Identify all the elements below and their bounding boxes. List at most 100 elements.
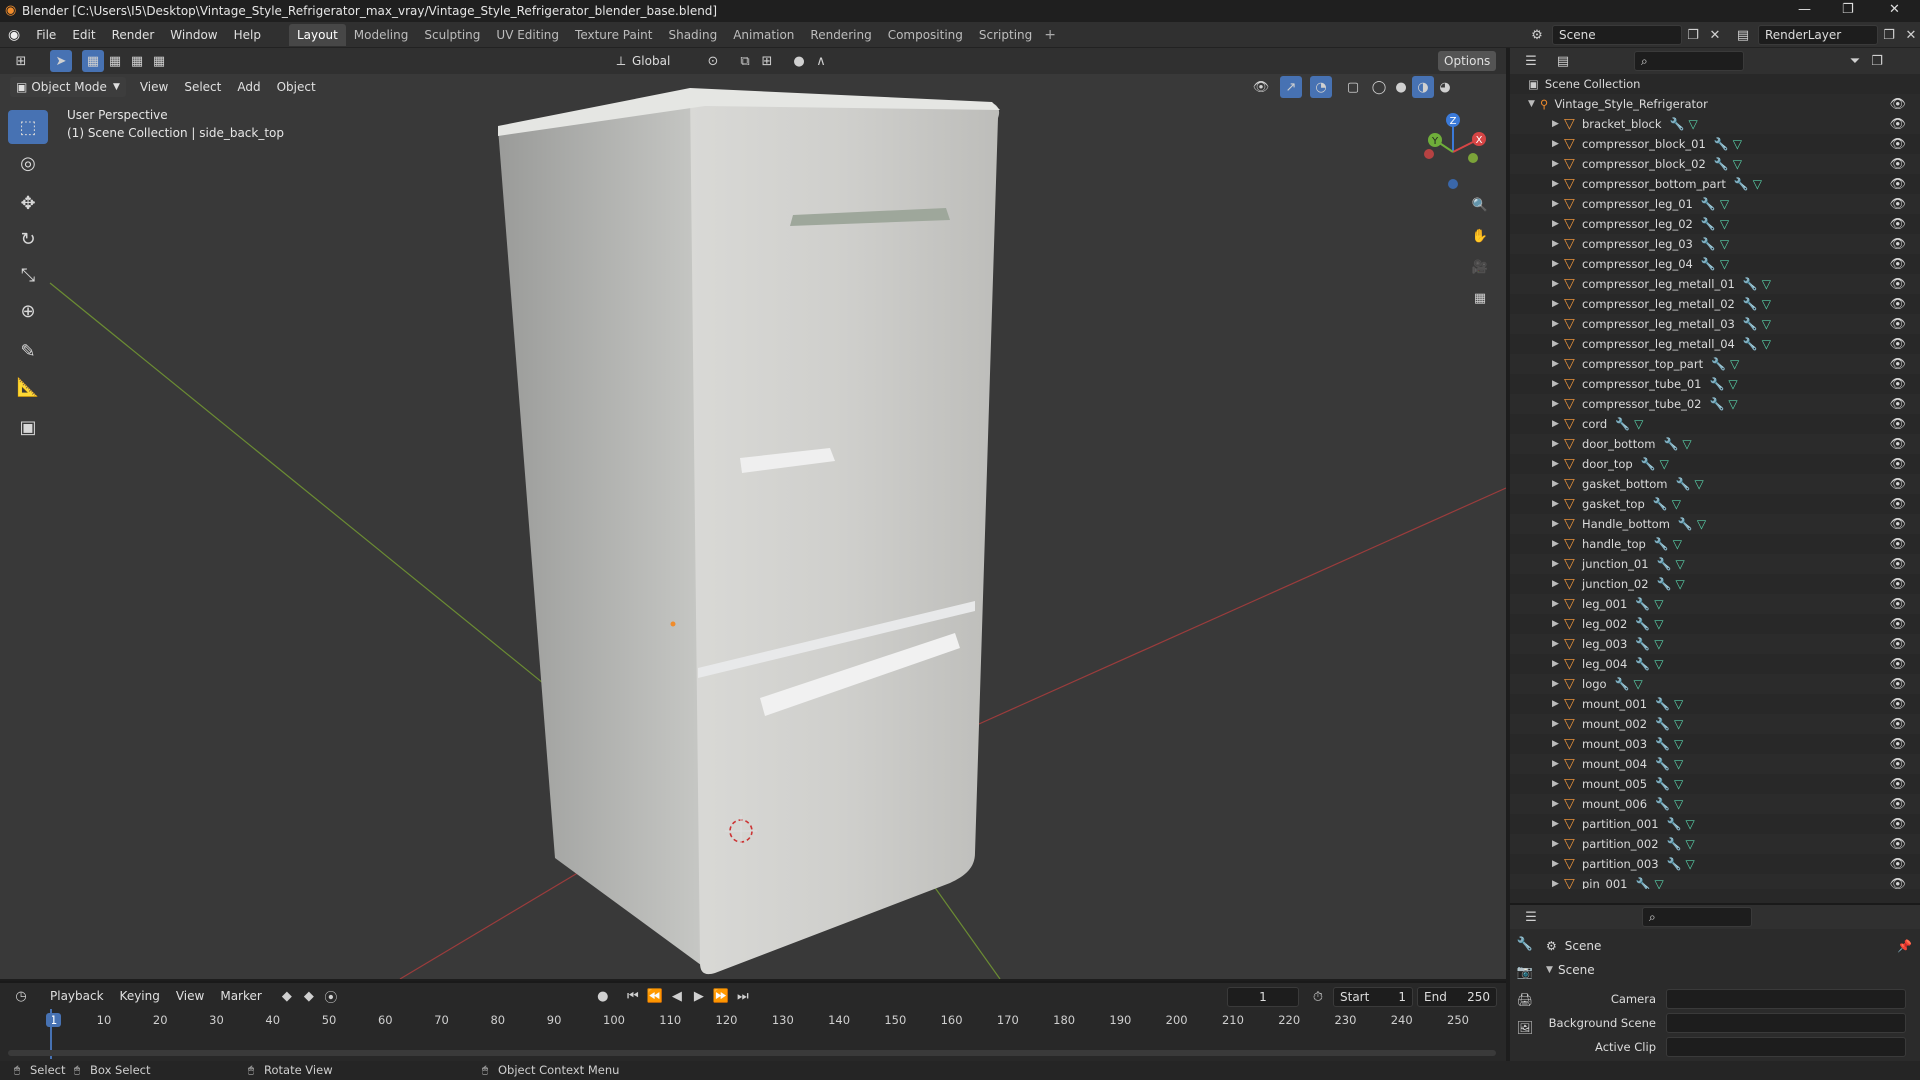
box-select-intersect-icon[interactable]: ▦	[148, 50, 170, 72]
expand-right-icon[interactable]: ▶	[1552, 179, 1564, 189]
view-layer-icon[interactable]: ▤	[1732, 24, 1754, 46]
collection-row[interactable]: ▼ ⚲ Vintage_Style_Refrigerator 👁	[1510, 94, 1920, 114]
mesh-data-icon[interactable]: ▽	[1720, 197, 1729, 211]
timeline-editor-type-icon[interactable]: ◷	[10, 985, 32, 1007]
expand-right-icon[interactable]: ▶	[1552, 339, 1564, 349]
eye-icon[interactable]: 👁	[1889, 657, 1906, 672]
frame-ruler[interactable]: 1 10 20 30 40 50 60 70 80 90 100 110 120 130 140 150 160…	[0, 1009, 1506, 1031]
mesh-data-icon[interactable]: ▽	[1685, 837, 1694, 851]
outliner-object-row[interactable]: ▶ ▽ compressor_leg_metall_01 🔧 ▽ 👁	[1510, 274, 1920, 294]
eye-icon[interactable]: 👁	[1889, 837, 1906, 852]
modifier-wrench-icon[interactable]: 🔧	[1743, 277, 1758, 291]
outliner-object-row[interactable]: ▶ ▽ compressor_leg_01 🔧 ▽ 👁	[1510, 194, 1920, 214]
mesh-data-icon[interactable]: ▽	[1720, 217, 1729, 231]
eye-icon[interactable]: 👁	[1889, 597, 1906, 612]
menu-render[interactable]: Render	[104, 22, 163, 48]
outliner-object-row[interactable]: ▶ ▽ compressor_leg_metall_03 🔧 ▽ 👁	[1510, 314, 1920, 334]
eye-icon[interactable]: 👁	[1889, 637, 1906, 652]
mesh-data-icon[interactable]: ▽	[1674, 697, 1683, 711]
viewport-menu-select[interactable]: Select	[176, 76, 229, 98]
expand-right-icon[interactable]: ▶	[1552, 539, 1564, 549]
modifier-wrench-icon[interactable]: 🔧	[1676, 477, 1691, 491]
orientation-selector[interactable]: Global	[632, 54, 692, 68]
expand-right-icon[interactable]: ▶	[1552, 379, 1564, 389]
modifier-wrench-icon[interactable]: 🔧	[1653, 497, 1668, 511]
mesh-data-icon[interactable]: ▽	[1674, 777, 1683, 791]
keyframe-icon[interactable]: ◆	[276, 985, 298, 1007]
play-icon[interactable]: ▶	[688, 985, 710, 1007]
outliner-object-row[interactable]: ▶ ▽ partition_001 🔧 ▽ 👁	[1510, 814, 1920, 834]
orientation-icon[interactable]: ⟂	[610, 50, 632, 72]
solid-shading-icon[interactable]: ●	[1390, 76, 1412, 98]
scene-panel-header[interactable]: ▼ Scene	[1546, 963, 1916, 977]
cursor-tool[interactable]: ◎	[8, 146, 48, 180]
expand-right-icon[interactable]: ▶	[1552, 839, 1564, 849]
mesh-data-icon[interactable]: ▽	[1728, 397, 1737, 411]
expand-right-icon[interactable]: ▶	[1552, 239, 1564, 249]
modifier-wrench-icon[interactable]: 🔧	[1657, 577, 1672, 591]
mesh-data-icon[interactable]: ▽	[1685, 817, 1694, 831]
outliner-object-row[interactable]: ▶ ▽ leg_001 🔧 ▽ 👁	[1510, 594, 1920, 614]
menu-edit[interactable]: Edit	[64, 22, 103, 48]
modifier-wrench-icon[interactable]: 🔧	[1655, 717, 1670, 731]
eye-icon[interactable]: 👁	[1889, 777, 1906, 792]
mesh-data-icon[interactable]: ▽	[1733, 137, 1742, 151]
eye-icon[interactable]: 👁	[1889, 237, 1906, 252]
play-reverse-icon[interactable]: ◀	[666, 985, 688, 1007]
workspace-tab-uv-editing[interactable]: UV Editing	[488, 24, 567, 46]
mesh-data-icon[interactable]: ▽	[1685, 857, 1694, 871]
outliner-object-row[interactable]: ▶ ▽ compressor_tube_02 🔧 ▽ 👁	[1510, 394, 1920, 414]
outliner-search-input[interactable]: ⌕	[1634, 51, 1744, 71]
workspace-tab-animation[interactable]: Animation	[725, 24, 802, 46]
maximize-button[interactable]: ❐	[1842, 2, 1854, 17]
eye-icon[interactable]: 👁	[1889, 557, 1906, 572]
eye-icon[interactable]: 👁	[1889, 697, 1906, 712]
outliner-object-row[interactable]: ▶ ▽ door_bottom 🔧 ▽ 👁	[1510, 434, 1920, 454]
eye-icon[interactable]: 👁	[1889, 117, 1906, 132]
property-value-field[interactable]	[1666, 1013, 1906, 1033]
eye-icon[interactable]: 👁	[1889, 137, 1906, 152]
outliner-object-row[interactable]: ▶ ▽ pin_001 🔧 ▽ 👁	[1510, 874, 1920, 889]
modifier-wrench-icon[interactable]: 🔧	[1615, 417, 1630, 431]
mesh-data-icon[interactable]: ▽	[1634, 417, 1643, 431]
modifier-wrench-icon[interactable]: 🔧	[1635, 877, 1650, 889]
modifier-wrench-icon[interactable]: 🔧	[1709, 377, 1724, 391]
pan-hand-icon[interactable]: ✋	[1469, 225, 1491, 247]
new-scene-icon[interactable]: ❐	[1682, 24, 1704, 46]
mesh-data-icon[interactable]: ▽	[1762, 337, 1771, 351]
eye-icon[interactable]: 👁	[1889, 857, 1906, 872]
eye-icon[interactable]: 👁	[1889, 577, 1906, 592]
expand-right-icon[interactable]: ▶	[1552, 659, 1564, 669]
eye-icon[interactable]: 👁	[1889, 417, 1906, 432]
expand-right-icon[interactable]: ▶	[1552, 679, 1564, 689]
menu-window[interactable]: Window	[162, 22, 225, 48]
expand-right-icon[interactable]: ▶	[1552, 399, 1564, 409]
scene-collection-row[interactable]: ▣ Scene Collection	[1510, 74, 1920, 94]
eye-icon[interactable]: 👁	[1889, 217, 1906, 232]
modifier-wrench-icon[interactable]: 🔧	[1657, 557, 1672, 571]
workspace-tab-layout[interactable]: Layout	[288, 24, 346, 46]
outliner-object-row[interactable]: ▶ ▽ mount_001 🔧 ▽ 👁	[1510, 694, 1920, 714]
eye-icon[interactable]: 👁	[1889, 177, 1906, 192]
add-workspace-button[interactable]: +	[1044, 27, 1056, 43]
select-box-tool[interactable]: ⬚	[8, 110, 48, 144]
filter-icon[interactable]: ⏷	[1844, 50, 1866, 72]
properties-search-input[interactable]: ⌕	[1642, 907, 1752, 927]
scene-icon[interactable]: ⚙	[1526, 24, 1548, 46]
proportional-edit-icon[interactable]: ●	[788, 50, 810, 72]
mesh-data-icon[interactable]: ▽	[1672, 497, 1681, 511]
eye-icon[interactable]: 👁	[1889, 537, 1906, 552]
properties-editor-type-icon[interactable]: ☰	[1520, 906, 1542, 928]
eye-icon[interactable]: 👁	[1889, 357, 1906, 372]
eye-icon[interactable]: 👁	[1889, 337, 1906, 352]
mesh-data-icon[interactable]: ▽	[1634, 677, 1643, 691]
modifier-wrench-icon[interactable]: 🔧	[1670, 117, 1685, 131]
render-tab-icon[interactable]: 📷	[1514, 961, 1536, 983]
outliner-object-row[interactable]: ▶ ▽ handle_top 🔧 ▽ 👁	[1510, 534, 1920, 554]
move-tool[interactable]: ✥	[8, 186, 48, 220]
modifier-wrench-icon[interactable]: 🔧	[1743, 317, 1758, 331]
eye-icon[interactable]: 👁	[1889, 497, 1906, 512]
modifier-wrench-icon[interactable]: 🔧	[1701, 257, 1716, 271]
mesh-data-icon[interactable]: ▽	[1654, 657, 1663, 671]
outliner-object-row[interactable]: ▶ ▽ gasket_bottom 🔧 ▽ 👁	[1510, 474, 1920, 494]
